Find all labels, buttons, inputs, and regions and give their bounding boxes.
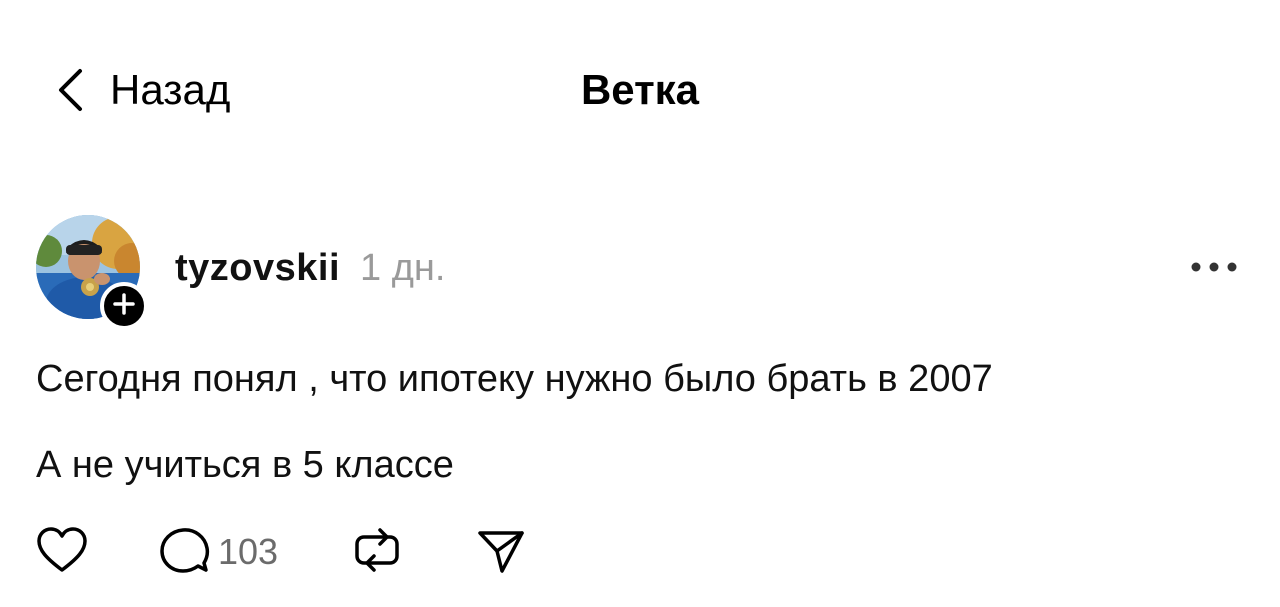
top-bar: Назад Ветка: [0, 0, 1280, 180]
plus-icon: [113, 292, 135, 320]
share-button[interactable]: [476, 522, 526, 582]
heart-icon: [36, 526, 88, 579]
more-options-button[interactable]: [1186, 250, 1242, 284]
comment-icon: [158, 525, 210, 580]
post-text-line: Сегодня понял , что ипотеку нужно было б…: [36, 358, 993, 400]
page-title: Ветка: [580, 66, 700, 113]
repost-button[interactable]: [352, 522, 402, 582]
like-button[interactable]: [36, 522, 88, 582]
post-actions: 103: [0, 522, 1280, 582]
send-icon: [476, 525, 526, 580]
reply-button[interactable]: 103: [158, 522, 278, 582]
post-meta: tyzovskii 1 дн.: [175, 242, 445, 294]
thread-post: tyzovskii 1 дн. Сегодня понял , что ипот…: [0, 200, 1280, 607]
repost-icon: [352, 525, 402, 580]
post-time: 1 дн.: [360, 246, 446, 289]
reply-count: 103: [218, 531, 279, 572]
post-text-line: А не учиться в 5 классе: [36, 444, 454, 486]
follow-button[interactable]: [100, 282, 148, 330]
username[interactable]: tyzovskii: [175, 247, 340, 290]
more-dots-icon: [1186, 262, 1242, 288]
